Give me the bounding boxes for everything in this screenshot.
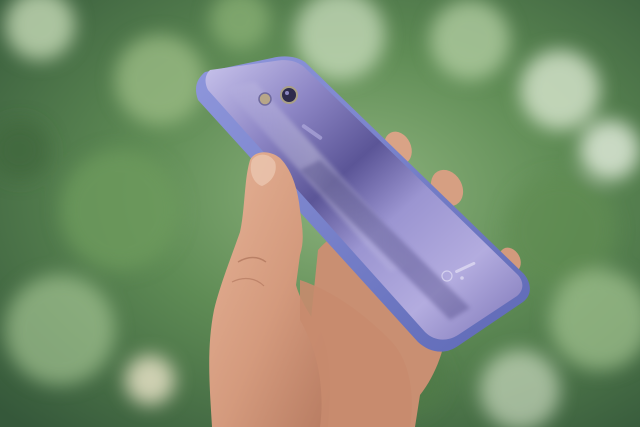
photo-illustration [0,0,640,427]
camera-lens-icon [280,86,298,104]
photo-scene [0,0,640,427]
flash-icon [258,92,272,106]
